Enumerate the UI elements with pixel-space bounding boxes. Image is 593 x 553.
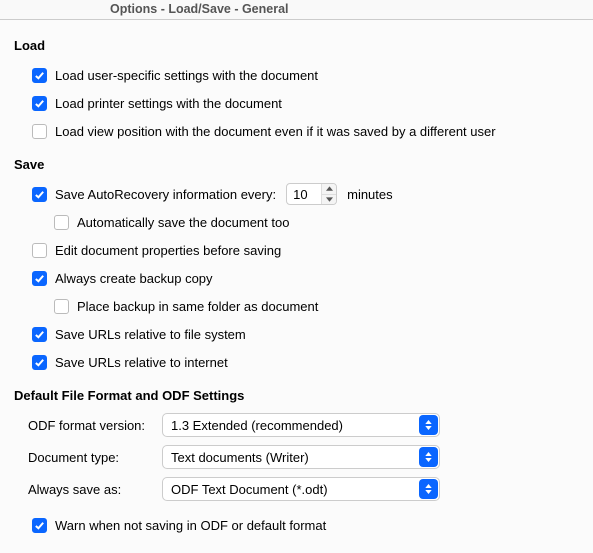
backup-same-folder-row[interactable]: Place backup in same folder as document <box>14 294 579 318</box>
warn-odf-label: Warn when not saving in ODF or default f… <box>55 518 326 533</box>
odf-version-value: 1.3 Extended (recommended) <box>171 418 343 433</box>
always-save-value: ODF Text Document (*.odt) <box>171 482 328 497</box>
url-internet-row[interactable]: Save URLs relative to internet <box>14 350 579 374</box>
doc-type-select[interactable]: Text documents (Writer) <box>162 445 440 469</box>
section-format-title: Default File Format and ODF Settings <box>14 388 579 403</box>
warn-odf-row[interactable]: Warn when not saving in ODF or default f… <box>14 513 579 537</box>
autorecovery-spinner[interactable]: 10 <box>286 183 337 205</box>
url-file-checkbox[interactable] <box>32 327 47 342</box>
load-printer-settings-row[interactable]: Load printer settings with the document <box>14 91 579 115</box>
load-user-settings-checkbox[interactable] <box>32 68 47 83</box>
autorecovery-value[interactable]: 10 <box>287 187 321 202</box>
edit-props-checkbox[interactable] <box>32 243 47 258</box>
load-user-settings-label: Load user-specific settings with the doc… <box>55 68 318 83</box>
doc-type-value: Text documents (Writer) <box>171 450 309 465</box>
edit-props-label: Edit document properties before saving <box>55 243 281 258</box>
backup-copy-checkbox[interactable] <box>32 271 47 286</box>
always-save-label: Always save as: <box>14 482 162 497</box>
backup-same-folder-label: Place backup in same folder as document <box>77 299 318 314</box>
odf-version-select[interactable]: 1.3 Extended (recommended) <box>162 413 440 437</box>
url-file-row[interactable]: Save URLs relative to file system <box>14 322 579 346</box>
spinner-up-icon[interactable] <box>322 184 336 195</box>
chevron-updown-icon <box>419 479 438 499</box>
section-load-title: Load <box>14 38 579 53</box>
always-save-select[interactable]: ODF Text Document (*.odt) <box>162 477 440 501</box>
url-internet-label: Save URLs relative to internet <box>55 355 228 370</box>
section-save-title: Save <box>14 157 579 172</box>
odf-version-row: ODF format version: 1.3 Extended (recomm… <box>14 413 579 437</box>
dialog-content: Load Load user-specific settings with th… <box>0 20 593 537</box>
auto-save-doc-checkbox[interactable] <box>54 215 69 230</box>
load-view-position-row[interactable]: Load view position with the document eve… <box>14 119 579 143</box>
save-autorecovery-row[interactable]: Save AutoRecovery information every: 10 … <box>14 182 579 206</box>
load-user-settings-row[interactable]: Load user-specific settings with the doc… <box>14 63 579 87</box>
backup-copy-label: Always create backup copy <box>55 271 213 286</box>
spinner-down-icon[interactable] <box>322 195 336 205</box>
doc-type-label: Document type: <box>14 450 162 465</box>
dialog-header: Options - Load/Save - General <box>0 0 593 20</box>
warn-odf-checkbox[interactable] <box>32 518 47 533</box>
load-view-position-checkbox[interactable] <box>32 124 47 139</box>
doc-type-row: Document type: Text documents (Writer) <box>14 445 579 469</box>
url-internet-checkbox[interactable] <box>32 355 47 370</box>
spinner-buttons[interactable] <box>321 184 336 204</box>
auto-save-doc-row[interactable]: Automatically save the document too <box>14 210 579 234</box>
save-autorecovery-label: Save AutoRecovery information every: <box>55 187 276 202</box>
edit-props-row[interactable]: Edit document properties before saving <box>14 238 579 262</box>
load-view-position-label: Load view position with the document eve… <box>55 124 496 139</box>
autorecovery-unit: minutes <box>347 187 393 202</box>
always-save-row: Always save as: ODF Text Document (*.odt… <box>14 477 579 501</box>
dialog-title: Options - Load/Save - General <box>0 2 593 16</box>
load-printer-settings-checkbox[interactable] <box>32 96 47 111</box>
backup-same-folder-checkbox[interactable] <box>54 299 69 314</box>
url-file-label: Save URLs relative to file system <box>55 327 246 342</box>
chevron-updown-icon <box>419 447 438 467</box>
backup-copy-row[interactable]: Always create backup copy <box>14 266 579 290</box>
odf-version-label: ODF format version: <box>14 418 162 433</box>
load-printer-settings-label: Load printer settings with the document <box>55 96 282 111</box>
auto-save-doc-label: Automatically save the document too <box>77 215 289 230</box>
save-autorecovery-checkbox[interactable] <box>32 187 47 202</box>
chevron-updown-icon <box>419 415 438 435</box>
